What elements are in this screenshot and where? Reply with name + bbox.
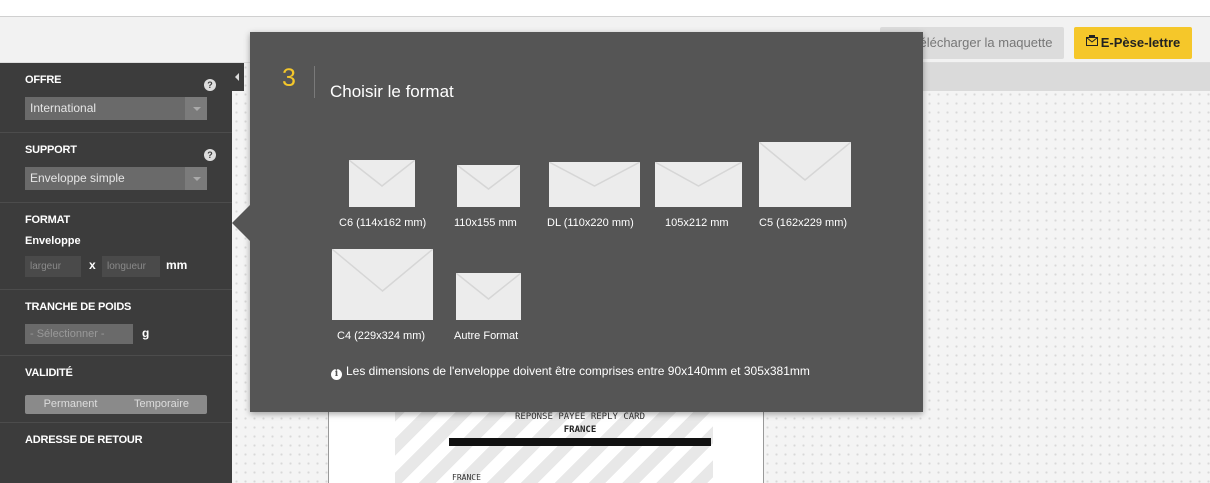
step-number: 3 [282, 64, 296, 92]
poids-value: - Sélectionner - [30, 328, 105, 340]
support-value: Enveloppe simple [30, 171, 125, 185]
envelope-icon [456, 273, 521, 320]
options-sidebar: OFFRE ? International SUPPORT ? Envelopp… [0, 63, 232, 483]
format-label: C5 (162x229 mm) [759, 217, 848, 229]
unit-g: g [142, 326, 150, 340]
step-divider [314, 66, 315, 98]
poids-select[interactable]: - Sélectionner - [25, 324, 133, 344]
section-offre: OFFRE ? International [0, 63, 232, 133]
offre-value: International [30, 101, 97, 115]
format-label: 105x212 mm [665, 217, 729, 229]
help-icon[interactable]: ? [204, 79, 216, 91]
e-pese-lettre-label: E-Pèse-lettre [1100, 35, 1181, 50]
unit-mm: mm [166, 258, 188, 272]
validite-title: VALIDITÉ [25, 367, 73, 379]
preview-line-2: FRANCE [563, 425, 597, 435]
step-title: Choisir le format [330, 82, 454, 101]
top-strip [0, 0, 1210, 17]
dimension-info: i Les dimensions de l'enveloppe doivent ê… [331, 364, 810, 380]
info-text: Les dimensions de l'enveloppe doivent êt… [346, 364, 810, 378]
e-pese-lettre-button[interactable]: E-Pèse-lettre [1074, 27, 1192, 59]
dimension-separator: x [89, 258, 96, 272]
envelope-icon [549, 162, 640, 207]
section-poids: TRANCHE DE POIDS - Sélectionner - g [0, 290, 232, 356]
preview-line-1: REPONSE PAYEE REPLY CARD [514, 412, 646, 422]
canvas-header [922, 63, 1210, 91]
help-icon[interactable]: ? [204, 149, 216, 161]
option-temporaire[interactable]: Temporaire [116, 395, 207, 414]
support-title: SUPPORT [25, 144, 77, 156]
format-label: Autre Format [454, 330, 519, 342]
section-support: SUPPORT ? Enveloppe simple [0, 133, 232, 203]
offre-select[interactable]: International [25, 97, 207, 120]
format-title: FORMAT [25, 214, 71, 226]
length-field[interactable]: longueur [102, 256, 160, 277]
adresse-title: ADRESSE DE RETOUR [25, 434, 143, 446]
preview-bar [449, 438, 711, 446]
format-sublabel: Enveloppe [25, 235, 81, 247]
format-label: C6 (114x162 mm) [339, 217, 427, 229]
chevron-down-icon [185, 167, 207, 190]
option-permanent[interactable]: Permanent [25, 395, 116, 414]
envelope-icon [759, 142, 851, 207]
poids-title: TRANCHE DE POIDS [25, 301, 132, 313]
info-icon: i [331, 369, 342, 380]
chevron-down-icon [185, 97, 207, 120]
collapse-sidebar-handle[interactable] [232, 63, 244, 91]
format-label: DL (110x220 mm) [547, 217, 634, 229]
support-select[interactable]: Enveloppe simple [25, 167, 207, 190]
section-format: FORMAT Enveloppe largeur x longueur mm [0, 203, 232, 290]
section-adresse[interactable]: ADRESSE DE RETOUR [0, 423, 232, 483]
scale-icon [1085, 26, 1098, 58]
width-field[interactable]: largeur [25, 256, 81, 277]
panel-pointer [232, 205, 250, 241]
format-label: C4 (229x324 mm) [337, 330, 426, 342]
envelope-icon [349, 160, 415, 207]
validite-toggle[interactable]: Permanent Temporaire [25, 395, 207, 414]
preview-line-3: FRANCE [452, 473, 481, 482]
envelope-icon [655, 162, 742, 207]
format-label: 110x155 mm [454, 217, 517, 229]
offre-title: OFFRE [25, 74, 62, 86]
envelope-icon [332, 249, 433, 320]
envelope-icon [457, 165, 520, 207]
